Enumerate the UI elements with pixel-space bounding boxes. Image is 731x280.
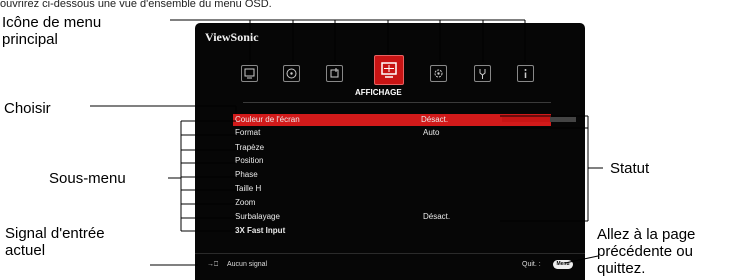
brand-logo: ViewSonic [205, 30, 259, 44]
select-annotation: Choisir [4, 100, 51, 117]
power-icon[interactable] [326, 65, 343, 82]
menu-row-h-size[interactable]: Taille H [235, 183, 551, 195]
menu-row-value: Auto [423, 128, 440, 137]
menu-row-label: Position [235, 156, 264, 165]
annotation-line: actuel [5, 242, 46, 259]
signal-status-text: Aucun signal [227, 261, 268, 268]
menu-row-label: Zoom [235, 198, 256, 207]
annotation-line: Allez à la page [597, 226, 696, 243]
input-signal-annotation: Signal d'entrée actuel [5, 225, 105, 259]
color-icon[interactable] [283, 65, 300, 82]
submenu-annotation: Sous-menu [49, 170, 126, 187]
menu-row-value: Désact. [421, 115, 449, 124]
menu-row-zoom[interactable]: Zoom [235, 197, 551, 209]
menu-row-value: Désact. [423, 212, 451, 221]
menu-row-format[interactable]: Format Auto [235, 127, 551, 139]
menu-row-label: 3X Fast Input [235, 226, 286, 235]
menu-row-label: Phase [235, 170, 258, 179]
active-tab-label: AFFICHAGE [355, 88, 402, 97]
annotation-line: principal [2, 31, 58, 48]
intro-line: ouvrirez ci-dessous une vue d'ensemble d… [0, 0, 272, 8]
menu-row-label: Taille H [235, 184, 262, 193]
back-exit-annotation: Allez à la page précédente ou quittez. [597, 226, 695, 277]
menu-key-button[interactable]: Menu [553, 260, 573, 269]
display-icon[interactable] [374, 55, 404, 85]
menu-row-label: Trapèze [235, 143, 265, 152]
annotation-line: précédente ou [597, 243, 693, 260]
header-divider [243, 102, 551, 103]
settings-icon[interactable] [430, 65, 447, 82]
info-icon[interactable] [517, 65, 534, 82]
annotation-line: Signal d'entrée [5, 225, 105, 242]
status-annotation: Statut [610, 160, 650, 177]
input-source-icon: →⎕ [207, 261, 219, 268]
menu-row-label: Couleur de l'écran [235, 115, 300, 124]
menu-row-label: Format [235, 128, 261, 137]
menu-row-position[interactable]: Position [235, 155, 551, 167]
picture-icon[interactable] [241, 65, 258, 82]
menu-row-fast-input[interactable]: 3X Fast Input [235, 225, 551, 237]
menu-row-phase[interactable]: Phase [235, 169, 551, 181]
main-menu-icon-annotation: Icône de menu principal [2, 14, 101, 48]
menu-row-label: Surbalayage [235, 212, 280, 221]
menu-row-keystone[interactable]: Trapèze [235, 142, 551, 154]
status-progress-bar [502, 117, 576, 122]
status-progress-fill [502, 117, 550, 122]
menu-row-overscan[interactable]: Surbalayage Désact. [235, 211, 551, 223]
annotation-line: quittez. [597, 260, 646, 277]
annotation-line: Icône de menu [2, 14, 102, 31]
quit-label: Quit. : [522, 261, 541, 268]
advanced-icon[interactable] [474, 65, 491, 82]
footer-divider [195, 253, 585, 254]
osd-menu-screen: ViewSonic AFFICHAGE Couleur de l'écran D… [195, 23, 585, 280]
